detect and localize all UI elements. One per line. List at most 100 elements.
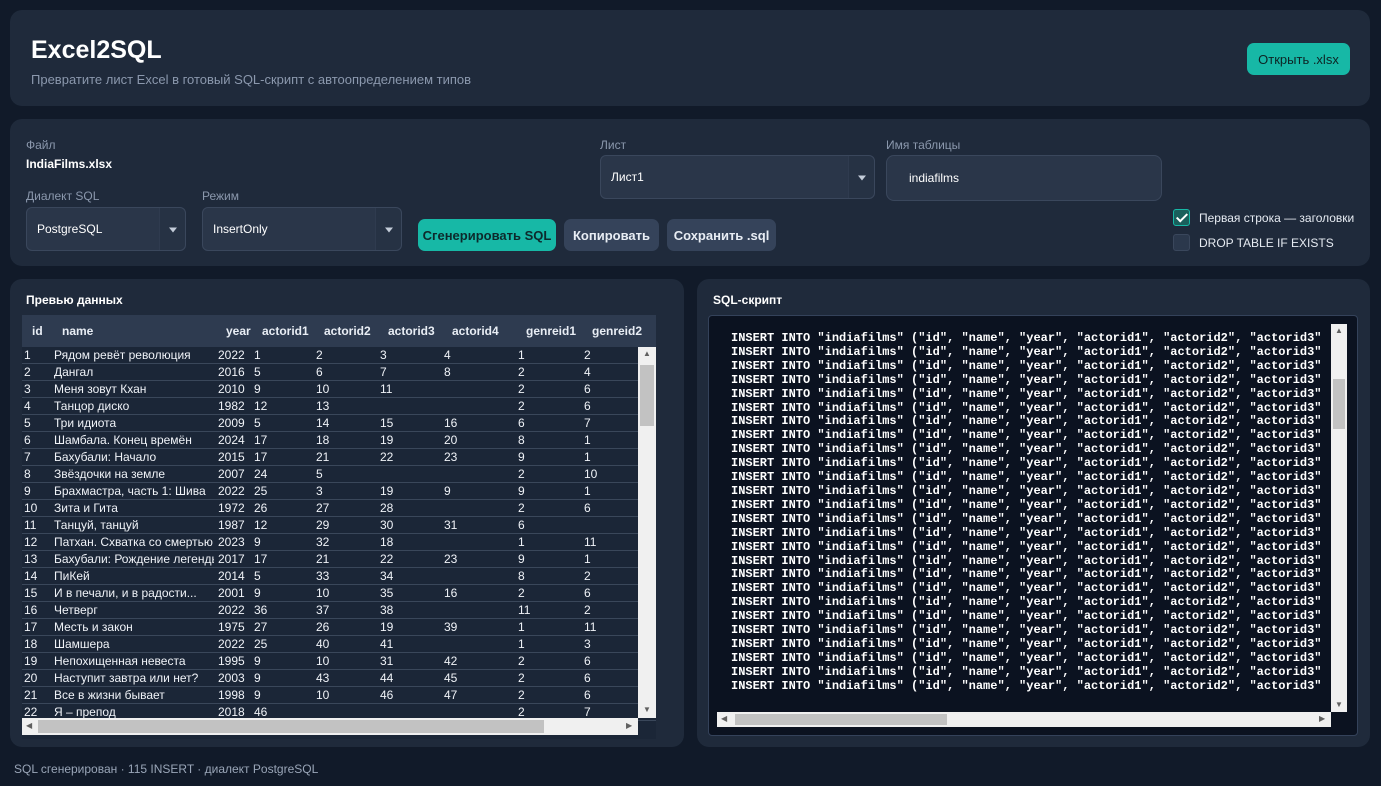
table-name-input[interactable]: indiafilms [886, 155, 1162, 201]
table-cell: 2 [518, 467, 525, 481]
sql-horizontal-scrollbar[interactable]: ◀ ▶ [717, 712, 1331, 727]
table-row[interactable]: 11 Танцуй, танцуй 1987 12 29 30 31 6 [22, 517, 656, 534]
sheet-select-value: Лист1 [611, 170, 644, 184]
column-header-genreid2[interactable]: genreid2 [592, 315, 642, 347]
open-xlsx-button[interactable]: Открыть .xlsx [1247, 43, 1350, 75]
grid-header-row: id name year actorid1 actorid2 actorid3 actori… [22, 315, 656, 347]
drop-table-checkbox-label: DROP TABLE IF EXISTS [1199, 235, 1334, 250]
column-header-actorid2[interactable]: actorid2 [324, 315, 371, 347]
table-cell: Танцор диско [54, 399, 130, 413]
header-row-checkbox[interactable] [1173, 209, 1190, 226]
table-row[interactable]: 3 Меня зовут Кхан 2010 9 10 11 2 6 [22, 381, 656, 398]
table-row[interactable]: 14 ПиКей 2014 5 33 34 8 2 [22, 568, 656, 585]
column-header-actorid4[interactable]: actorid4 [452, 315, 499, 347]
sql-vertical-scroll-thumb[interactable] [1333, 379, 1345, 429]
table-row[interactable]: 10 Зита и Гита 1972 26 27 28 2 6 [22, 500, 656, 517]
sql-vertical-scrollbar[interactable]: ▲ ▼ [1331, 324, 1347, 712]
data-preview-grid[interactable]: id name year actorid1 actorid2 actorid3 actori… [22, 315, 656, 739]
sql-line: INSERT INTO "indiafilms" ("id", "name", … [731, 470, 1321, 485]
header-row-option[interactable]: Первая строка — заголовки [1173, 209, 1354, 226]
vertical-scroll-thumb[interactable] [640, 365, 654, 426]
scroll-right-icon[interactable]: ▶ [626, 722, 632, 730]
dialect-select-value: PostgreSQL [37, 222, 103, 236]
horizontal-scrollbar[interactable]: ◀ ▶ [22, 718, 638, 735]
table-cell: 23 [444, 552, 458, 566]
table-cell: 2015 [218, 450, 245, 464]
table-cell: 12 [24, 535, 38, 549]
table-row[interactable]: 16 Четверг 2022 36 37 38 11 2 [22, 602, 656, 619]
drop-table-checkbox[interactable] [1173, 234, 1190, 251]
scroll-up-icon[interactable]: ▲ [643, 350, 651, 358]
sheet-select[interactable]: Лист1 [600, 155, 875, 199]
scroll-right-icon[interactable]: ▶ [1319, 715, 1325, 723]
mode-dropdown-button[interactable] [375, 208, 401, 250]
table-row[interactable]: 6 Шамбала. Конец времён 2024 17 18 19 20 8 1 [22, 432, 656, 449]
table-cell: 10 [316, 654, 330, 668]
table-row[interactable]: 19 Непохищенная невеста 1995 9 10 31 42 2 6 [22, 653, 656, 670]
table-row[interactable]: 17 Месть и закон 1975 27 26 19 39 1 11 [22, 619, 656, 636]
table-row[interactable]: 15 И в печали, и в радости... 2001 9 10 35 16 2… [22, 585, 656, 602]
sql-line: INSERT INTO "indiafilms" ("id", "name", … [731, 525, 1321, 540]
table-cell: 1 [518, 620, 525, 634]
horizontal-scroll-thumb[interactable] [38, 720, 544, 733]
dialect-dropdown-button[interactable] [159, 208, 185, 250]
copy-button[interactable]: Копировать [564, 219, 659, 251]
table-cell: Бахубали: Рождение легенды [54, 552, 214, 566]
generate-sql-button[interactable]: Сгенерировать SQL [418, 219, 556, 251]
table-row[interactable]: 20 Наступит завтра или нет? 2003 9 43 44 45 2 6 [22, 670, 656, 687]
sql-line: INSERT INTO "indiafilms" ("id", "name", … [731, 636, 1321, 651]
table-cell: 1 [518, 535, 525, 549]
sql-title: SQL-скрипт [713, 293, 783, 307]
table-row[interactable]: 5 Три идиота 2009 5 14 15 16 6 7 [22, 415, 656, 432]
mode-select[interactable]: InsertOnly [202, 207, 402, 251]
dialect-select[interactable]: PostgreSQL [26, 207, 186, 251]
sql-output-textarea[interactable]: INSERT INTO "indiafilms" ("id", "name", … [708, 315, 1358, 736]
table-row[interactable]: 18 Шамшера 2022 25 40 41 1 3 [22, 636, 656, 653]
sql-line: INSERT INTO "indiafilms" ("id", "name", … [731, 358, 1321, 373]
scroll-left-icon[interactable]: ◀ [721, 715, 727, 723]
table-cell: 16 [444, 416, 458, 430]
column-header-id[interactable]: id [32, 315, 43, 347]
table-row[interactable]: 8 Звёздочки на земле 2007 24 5 2 10 [22, 466, 656, 483]
table-cell: 3 [584, 637, 591, 651]
table-row[interactable]: 4 Танцор диско 1982 12 13 2 6 [22, 398, 656, 415]
table-cell: Наступит завтра или нет? [54, 671, 199, 685]
table-cell: 25 [254, 637, 268, 651]
column-header-name[interactable]: name [62, 315, 93, 347]
scroll-down-icon[interactable]: ▼ [643, 706, 651, 714]
sheet-dropdown-button[interactable] [848, 156, 874, 198]
dialect-label: Диалект SQL [26, 189, 100, 203]
mode-label: Режим [202, 189, 239, 203]
sql-line: INSERT INTO "indiafilms" ("id", "name", … [731, 595, 1321, 610]
table-cell: 9 [254, 688, 261, 702]
table-row[interactable]: 12 Патхан. Схватка со смертью 2023 9 32 18 1 11 [22, 534, 656, 551]
table-row[interactable]: 2 Дангал 2016 5 6 7 8 2 4 [22, 364, 656, 381]
table-row[interactable]: 7 Бахубали: Начало 2015 17 21 22 23 9 1 [22, 449, 656, 466]
table-cell: 2 [24, 365, 31, 379]
table-cell: 21 [316, 552, 330, 566]
table-cell: Танцуй, танцуй [54, 518, 139, 532]
scroll-down-icon[interactable]: ▼ [1335, 701, 1343, 709]
table-cell: 2 [518, 688, 525, 702]
table-row[interactable]: 9 Брахмастра, часть 1: Шива 2022 25 3 19 9 9 1 [22, 483, 656, 500]
sql-horizontal-scroll-thumb[interactable] [735, 714, 947, 725]
scroll-up-icon[interactable]: ▲ [1335, 327, 1343, 335]
status-bar-text: SQL сгенерирован · 115 INSERT · диалект … [14, 762, 319, 776]
table-cell: Дангал [54, 365, 94, 379]
column-header-genreid1[interactable]: genreid1 [526, 315, 576, 347]
column-header-actorid1[interactable]: actorid1 [262, 315, 309, 347]
drop-table-option[interactable]: DROP TABLE IF EXISTS [1173, 234, 1334, 251]
save-sql-button[interactable]: Сохранить .sql [667, 219, 776, 251]
table-row[interactable]: 1 Рядом ревёт революция 2022 1 2 3 4 1 2 [22, 347, 656, 364]
column-header-year[interactable]: year [226, 315, 251, 347]
table-row[interactable]: 13 Бахубали: Рождение легенды 2017 17 21 22 23… [22, 551, 656, 568]
table-cell: 20 [24, 671, 38, 685]
scroll-left-icon[interactable]: ◀ [26, 722, 32, 730]
column-header-actorid3[interactable]: actorid3 [388, 315, 435, 347]
vertical-scrollbar[interactable]: ▲ ▼ [638, 347, 656, 718]
table-cell: 1995 [218, 654, 245, 668]
table-cell: 1975 [218, 620, 245, 634]
table-cell: 33 [316, 569, 330, 583]
table-row[interactable]: 21 Все в жизни бывает 1998 9 10 46 47 2 6 [22, 687, 656, 704]
table-cell: 2014 [218, 569, 245, 583]
